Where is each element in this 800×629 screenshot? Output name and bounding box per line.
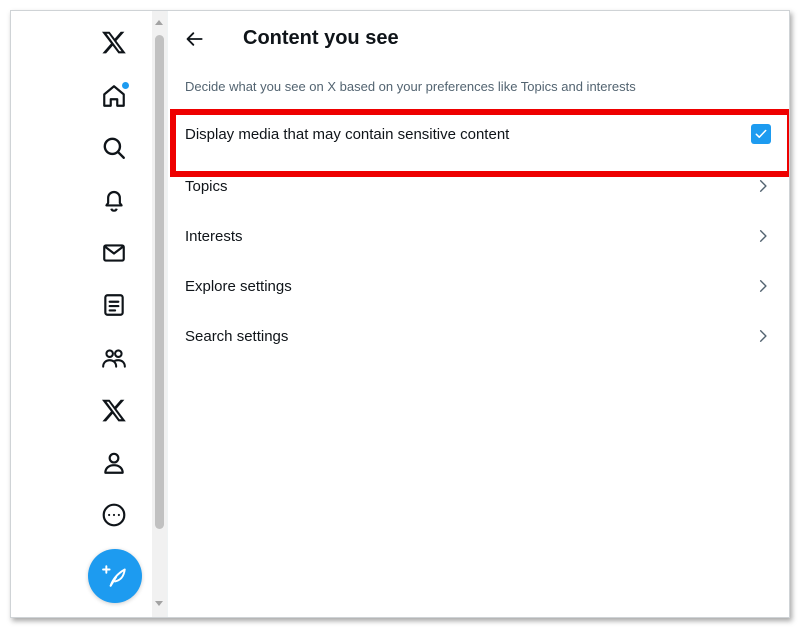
communities-icon[interactable]	[97, 341, 131, 375]
scroll-thumb[interactable]	[155, 35, 164, 529]
panel-header: Content you see	[168, 11, 789, 67]
page-title: Content you see	[243, 27, 399, 49]
x-logo-icon[interactable]	[97, 25, 131, 59]
compose-button[interactable]	[88, 549, 142, 603]
back-arrow-icon[interactable]	[184, 28, 206, 50]
settings-item-label: Search settings	[185, 327, 289, 345]
compose-feather-icon	[102, 565, 126, 587]
premium-x-icon[interactable]	[97, 393, 131, 427]
settings-item-label: Interests	[185, 227, 243, 245]
checkmark-icon	[755, 129, 767, 138]
primary-nav	[11, 11, 154, 617]
sensitive-media-label: Display media that may contain sensitive…	[185, 125, 510, 143]
sensitive-media-checkbox[interactable]	[751, 124, 771, 144]
chevron-right-icon	[755, 328, 771, 344]
more-icon[interactable]	[97, 498, 131, 532]
settings-item-interests[interactable]: Interests	[168, 212, 789, 260]
app-window: Content you see Decide what you see on X…	[10, 10, 790, 618]
home-icon[interactable]	[97, 79, 131, 113]
chevron-right-icon	[755, 278, 771, 294]
settings-item-topics[interactable]: Topics	[168, 162, 789, 210]
sensitive-media-setting[interactable]: Display media that may contain sensitive…	[168, 110, 789, 158]
sidebar-scrollbar[interactable]	[152, 11, 167, 617]
chevron-right-icon	[755, 178, 771, 194]
profile-icon[interactable]	[97, 446, 131, 480]
bell-icon[interactable]	[97, 183, 131, 217]
lists-icon[interactable]	[97, 288, 131, 322]
settings-item-label: Explore settings	[185, 277, 292, 295]
page-description: Decide what you see on X based on your p…	[185, 79, 636, 94]
chevron-right-icon	[755, 228, 771, 244]
notification-dot	[122, 82, 129, 89]
settings-item-explore[interactable]: Explore settings	[168, 262, 789, 310]
settings-panel: Content you see Decide what you see on X…	[168, 11, 789, 617]
search-icon[interactable]	[97, 131, 131, 165]
settings-item-search[interactable]: Search settings	[168, 312, 789, 360]
scroll-up-arrow-icon[interactable]	[155, 20, 163, 25]
mail-icon[interactable]	[97, 236, 131, 270]
scroll-down-arrow-icon[interactable]	[155, 601, 163, 606]
settings-item-label: Topics	[185, 177, 228, 195]
